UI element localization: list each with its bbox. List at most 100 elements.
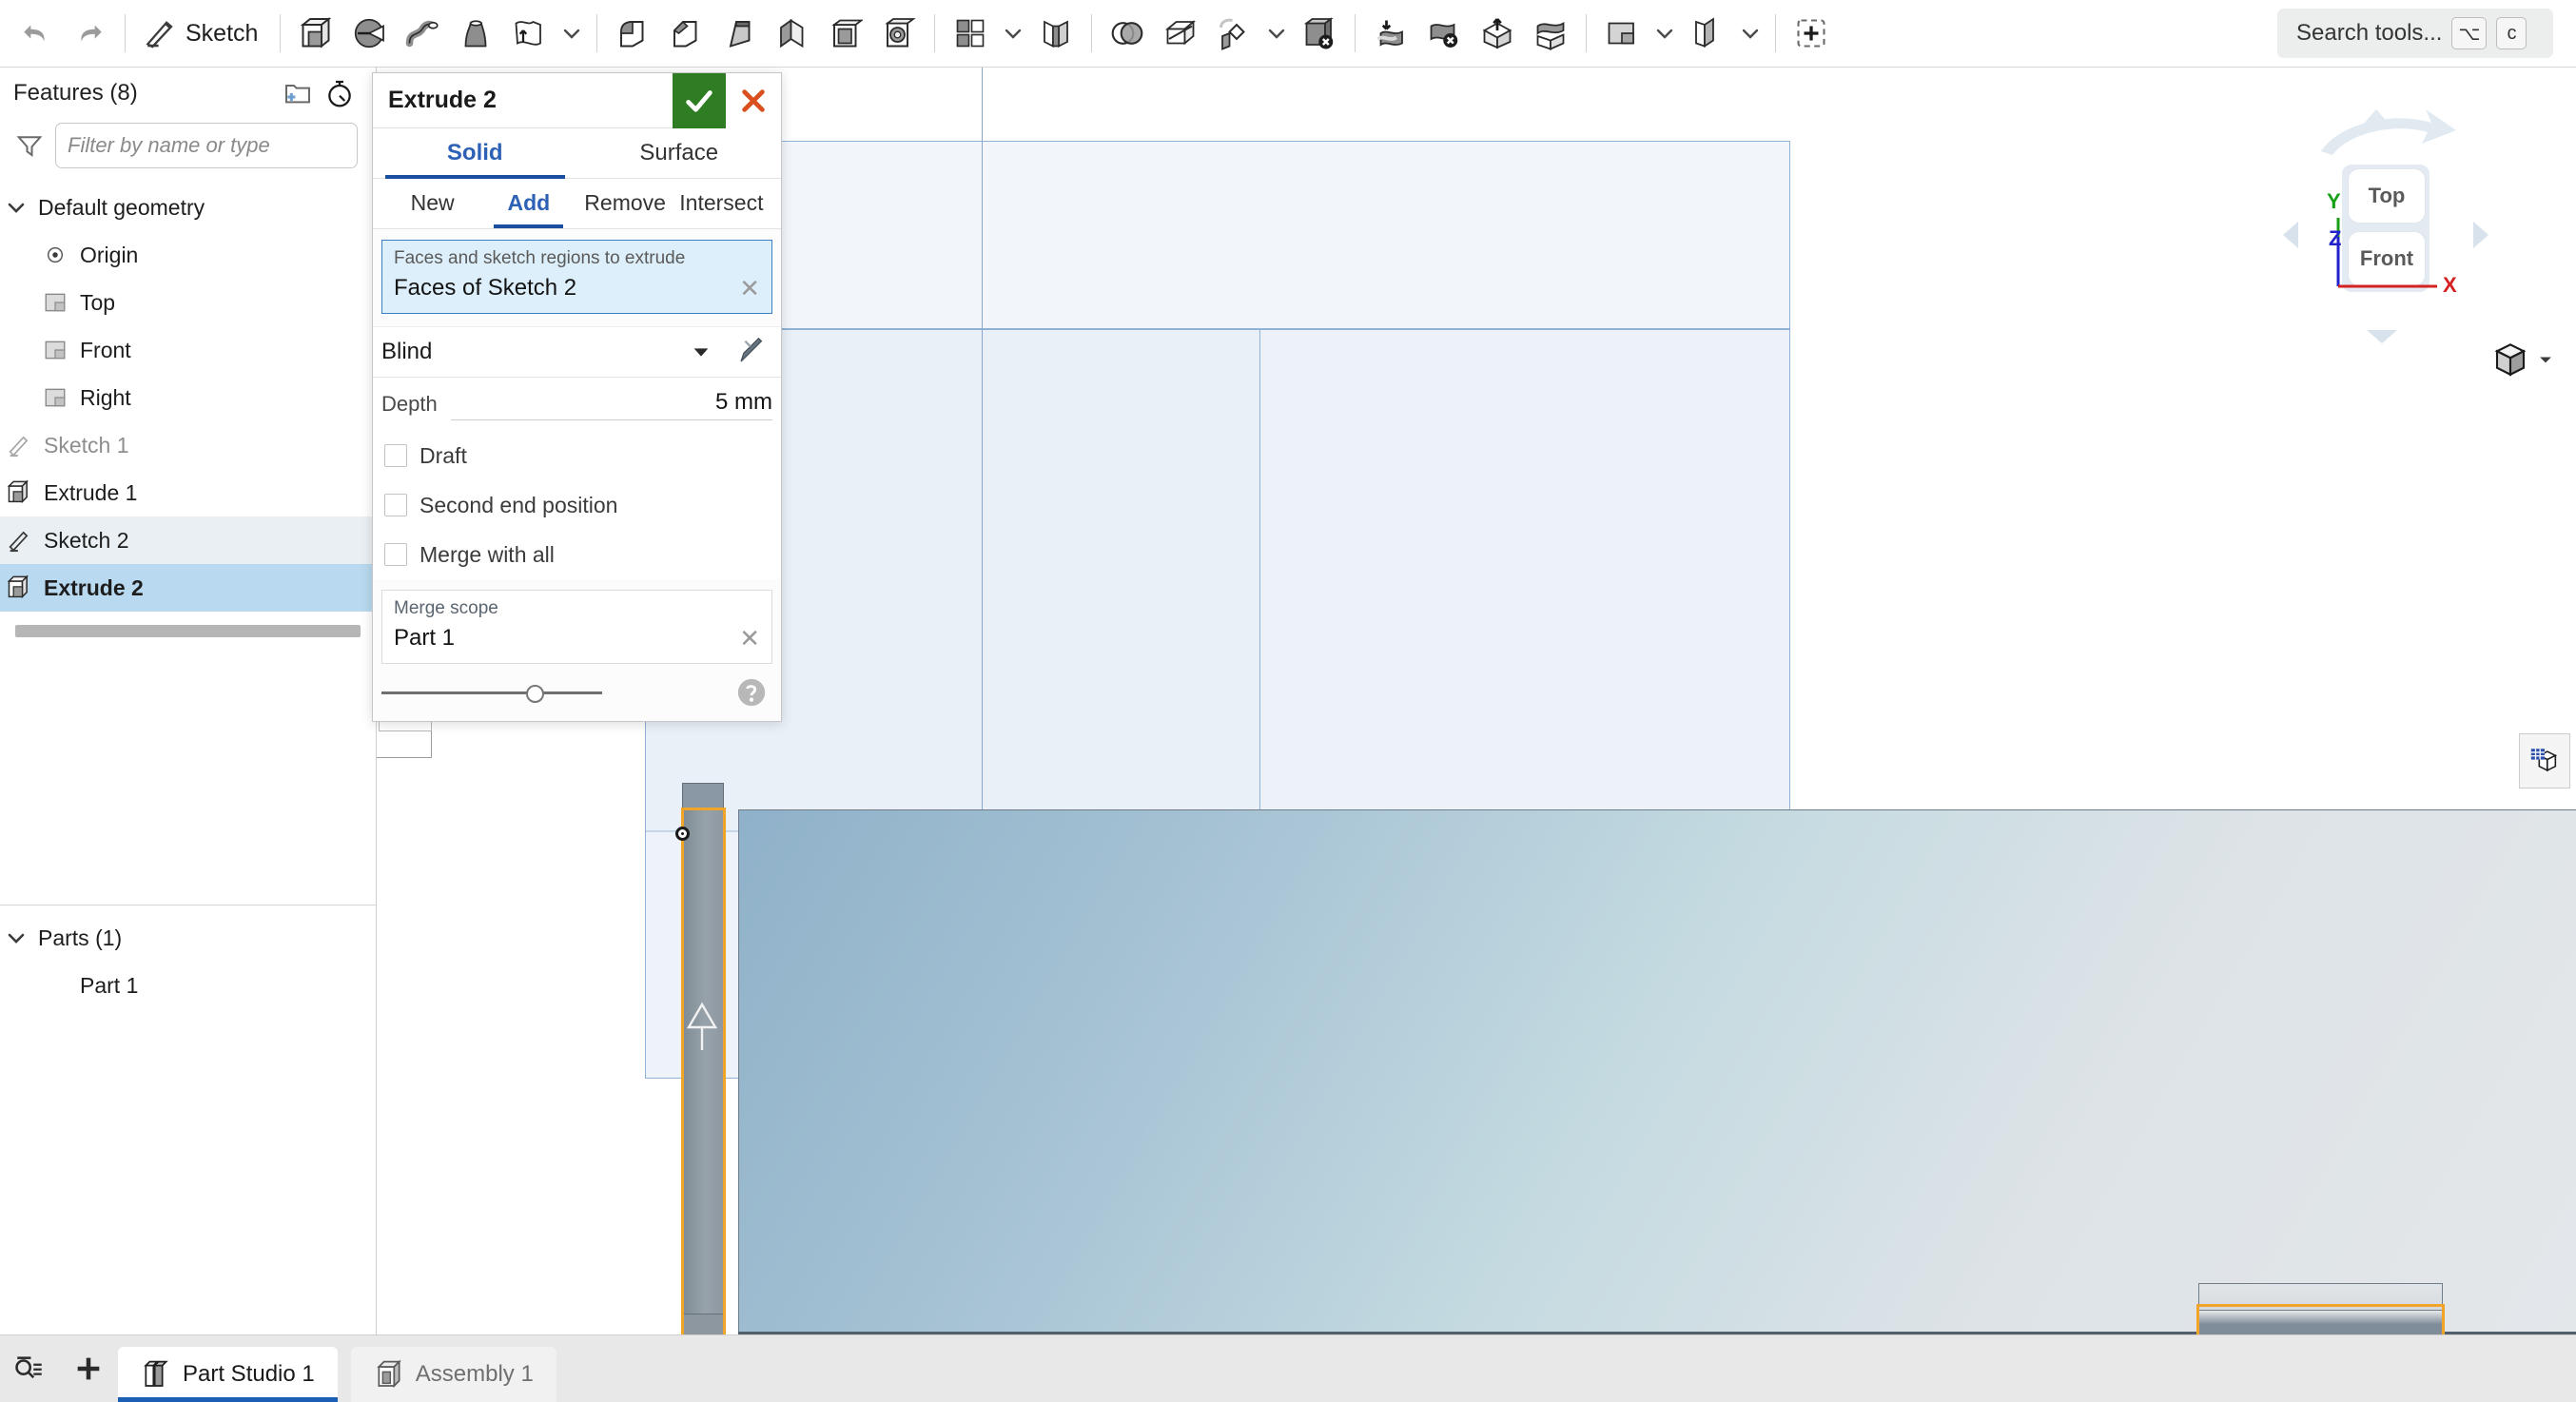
display-states-button[interactable] xyxy=(2519,733,2570,789)
redo-button[interactable] xyxy=(63,7,116,60)
toolbar-divider-8 xyxy=(1775,14,1777,52)
plane-tool-button[interactable] xyxy=(1595,7,1649,60)
part-studio-icon xyxy=(144,1360,168,1387)
sheet-metal-dropdown-caret[interactable] xyxy=(1734,7,1766,60)
draft-tool-button[interactable] xyxy=(712,7,766,60)
solids-dropdown-caret[interactable] xyxy=(556,7,588,60)
clear-merge-scope-button[interactable]: ✕ xyxy=(739,626,760,651)
depth-input[interactable]: 5 mm xyxy=(450,389,772,420)
merge-with-all-checkbox[interactable] xyxy=(384,543,407,566)
fillet-icon xyxy=(620,21,644,48)
chevron-down-icon xyxy=(693,348,709,357)
chevron-down-icon[interactable] xyxy=(0,926,32,949)
tab-add[interactable]: Add xyxy=(480,179,576,228)
merge-with-all-checkbox-row[interactable]: Merge with all xyxy=(373,530,781,579)
view-cube-menu-button[interactable] xyxy=(2490,340,2555,380)
tab-surface[interactable]: Surface xyxy=(577,128,782,178)
flip-direction-button[interactable] xyxy=(720,327,781,377)
tree-item-extrude-2[interactable]: Extrude 2 xyxy=(0,564,376,612)
pattern-tool-button[interactable] xyxy=(944,7,997,60)
tab-solid[interactable]: Solid xyxy=(373,128,577,179)
undo-button[interactable] xyxy=(10,7,63,60)
draft-checkbox[interactable] xyxy=(384,444,407,467)
merge-scope-field[interactable]: Merge scope Part 1 ✕ xyxy=(381,590,772,664)
mirror-tool-button[interactable] xyxy=(1029,7,1083,60)
offset-surface-tool-button[interactable] xyxy=(1524,7,1577,60)
tree-item-origin[interactable]: Origin xyxy=(0,231,376,279)
tab-part-studio-1[interactable]: Part Studio 1 xyxy=(118,1347,338,1402)
view-cube-arrow-left[interactable] xyxy=(2283,222,2298,248)
faces-query-label: Faces and sketch regions to extrude xyxy=(394,248,686,268)
transform-dropdown-caret[interactable] xyxy=(1260,7,1293,60)
solid-part-body[interactable] xyxy=(738,809,2576,1334)
delete-face-tool-button[interactable] xyxy=(1417,7,1471,60)
search-tools-input[interactable]: Search tools... ⌥ c xyxy=(2277,9,2553,58)
second-end-position-checkbox-row[interactable]: Second end position xyxy=(373,480,781,530)
boolean-tool-button[interactable] xyxy=(1101,7,1154,60)
revolve-tool-button[interactable] xyxy=(342,7,396,60)
tab-new[interactable]: New xyxy=(384,179,480,228)
view-cube-arrow-right[interactable] xyxy=(2473,222,2488,248)
cancel-button[interactable] xyxy=(726,72,781,128)
transform-tool-button[interactable] xyxy=(1207,7,1260,60)
fillet-tool-button[interactable] xyxy=(606,7,659,60)
rollback-history-button[interactable] xyxy=(319,72,361,114)
sweep-tool-button[interactable] xyxy=(396,7,449,60)
parts-item-part-1[interactable]: Part 1 xyxy=(0,962,376,1009)
tab-part-studio-1-label: Part Studio 1 xyxy=(183,1361,315,1387)
view-cube-arrow-down[interactable] xyxy=(2367,330,2397,343)
delete-part-tool-button[interactable] xyxy=(1293,7,1346,60)
selected-rib-face-outline[interactable] xyxy=(681,808,726,1334)
new-folder-button[interactable] xyxy=(277,72,319,114)
opacity-slider[interactable] xyxy=(381,680,602,705)
chevron-down-icon xyxy=(564,29,580,39)
rib-tool-button[interactable] xyxy=(766,7,819,60)
tree-item-sketch-2[interactable]: Sketch 2 xyxy=(0,516,376,564)
tree-item-top[interactable]: Top xyxy=(0,279,376,326)
opacity-slider-knob[interactable] xyxy=(526,685,544,703)
thicken-tool-button[interactable] xyxy=(502,7,556,60)
help-button[interactable] xyxy=(735,676,768,709)
tab-assembly-1[interactable]: Assembly 1 xyxy=(350,1347,556,1402)
tab-remove[interactable]: Remove xyxy=(577,179,673,228)
move-face-tool-button[interactable] xyxy=(1364,7,1417,60)
chamfer-tool-button[interactable] xyxy=(659,7,712,60)
loft-tool-button[interactable] xyxy=(449,7,502,60)
second-end-position-checkbox[interactable] xyxy=(384,494,407,516)
selected-small-block-outline[interactable] xyxy=(2196,1304,2445,1334)
extrude-tool-button[interactable] xyxy=(289,7,342,60)
end-condition-select[interactable]: Blind xyxy=(373,327,720,377)
view-cube[interactable]: Top Front Y Z X xyxy=(2274,106,2551,381)
plane-icon xyxy=(36,338,74,362)
confirm-button[interactable] xyxy=(673,72,726,128)
draft-icon xyxy=(730,21,751,48)
feature-tree-scrollbar[interactable] xyxy=(15,625,361,637)
tree-item-sketch-1[interactable]: Sketch 1 xyxy=(0,421,376,469)
parts-header[interactable]: Parts (1) xyxy=(0,914,376,962)
tab-remove-label: Remove xyxy=(584,190,666,215)
sketch-button[interactable]: Sketch xyxy=(134,7,271,60)
add-tab-button[interactable] xyxy=(59,1334,118,1402)
tab-intersect[interactable]: Intersect xyxy=(673,179,770,228)
draft-checkbox-row[interactable]: Draft xyxy=(373,431,781,480)
replace-face-tool-button[interactable] xyxy=(1471,7,1524,60)
plane-dropdown-caret[interactable] xyxy=(1649,7,1681,60)
filter-input[interactable] xyxy=(55,123,358,168)
replace-face-icon xyxy=(1483,18,1512,49)
chevron-down-icon[interactable] xyxy=(0,196,32,219)
sketch-icon xyxy=(0,527,38,554)
pattern-dropdown-caret[interactable] xyxy=(997,7,1029,60)
tree-item-right[interactable]: Right xyxy=(0,374,376,421)
faces-query-field[interactable]: Faces and sketch regions to extrude Face… xyxy=(381,240,772,314)
sheet-metal-tool-button[interactable] xyxy=(1681,7,1734,60)
clear-faces-query-button[interactable]: ✕ xyxy=(739,276,760,301)
tree-item-front[interactable]: Front xyxy=(0,326,376,374)
split-tool-button[interactable] xyxy=(1154,7,1207,60)
shell-tool-button[interactable] xyxy=(819,7,872,60)
tree-item-extrude-1[interactable]: Extrude 1 xyxy=(0,469,376,516)
add-custom-feature-button[interactable] xyxy=(1785,7,1838,60)
query-filter-button[interactable] xyxy=(0,1334,59,1402)
hole-tool-button[interactable] xyxy=(872,7,926,60)
tree-item-default-geometry[interactable]: Default geometry xyxy=(0,184,376,231)
faces-query-value: Faces of Sketch 2 xyxy=(394,275,577,301)
